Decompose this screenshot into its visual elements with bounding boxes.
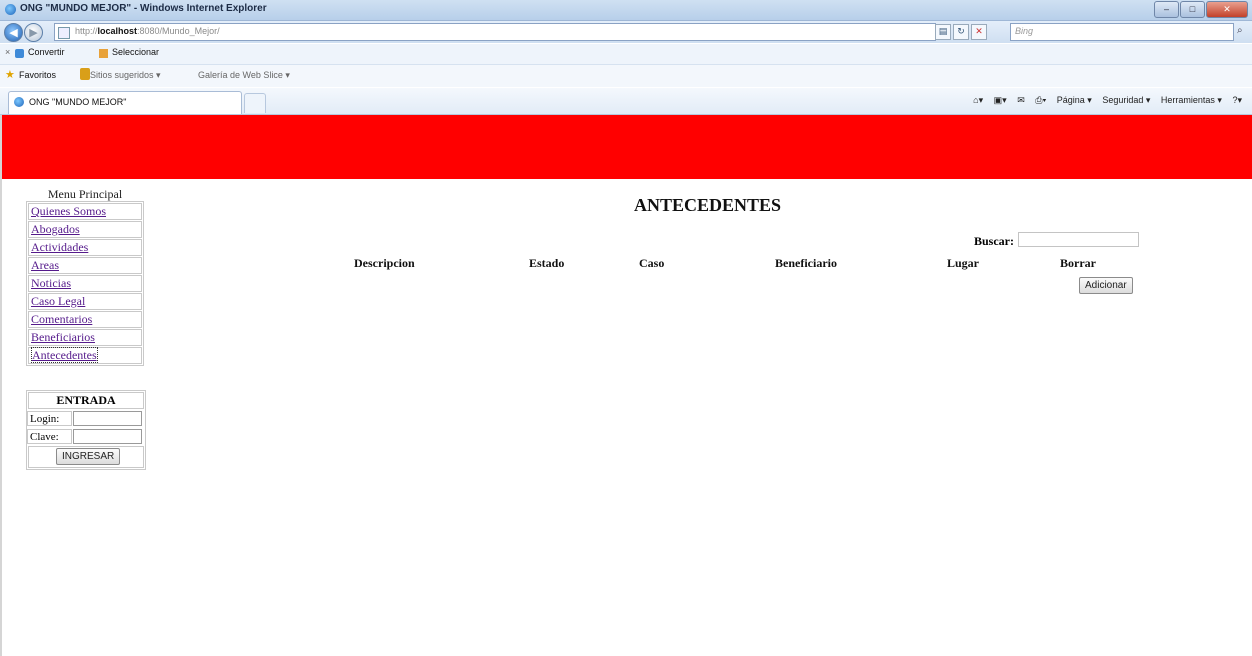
- add-favorite-icon[interactable]: [80, 68, 90, 80]
- close-window-button[interactable]: ✕: [1206, 1, 1248, 18]
- column-header-lugar: Lugar: [947, 256, 980, 270]
- stop-icon[interactable]: ✕: [971, 24, 987, 40]
- favorites-star-icon: ★: [5, 68, 15, 81]
- menu-item-abogados: Abogados: [28, 221, 142, 238]
- menu-title: Menu Principal: [47, 187, 123, 201]
- mail-icon[interactable]: ✉: [1017, 95, 1025, 105]
- password-label: Clave:: [27, 429, 72, 444]
- print-icon[interactable]: ⎙▾: [1035, 95, 1046, 105]
- window-title-bar: ONG "MUNDO MEJOR" - Windows Internet Exp…: [0, 0, 1252, 21]
- login-box: ENTRADA Login: Clave: INGRESAR: [26, 390, 146, 470]
- main-menu: Menu Principal Quienes Somos Abogados Ac…: [26, 187, 144, 366]
- login-input[interactable]: [73, 411, 142, 426]
- internet-explorer-icon: [14, 97, 24, 107]
- minimize-button[interactable]: –: [1154, 1, 1179, 18]
- menu-list: Quienes Somos Abogados Actividades Areas…: [26, 201, 144, 366]
- suggested-sites-link[interactable]: Sitios sugeridos ▾: [90, 70, 161, 81]
- password-input[interactable]: [73, 429, 142, 444]
- home-icon[interactable]: ⌂▾: [973, 95, 983, 105]
- menu-item-beneficiarios: Beneficiarios: [28, 329, 142, 346]
- refresh-icon[interactable]: ↻: [953, 24, 969, 40]
- security-menu[interactable]: Seguridad ▾: [1102, 95, 1150, 105]
- menu-item-caso-legal: Caso Legal: [28, 293, 142, 310]
- tab-current[interactable]: ONG "MUNDO MEJOR": [8, 91, 242, 114]
- page-title: ANTECEDENTES: [634, 195, 782, 215]
- menu-item-quienes-somos: Quienes Somos: [28, 203, 142, 220]
- select-icon: [99, 49, 108, 58]
- convert-button[interactable]: Convertir: [28, 47, 65, 57]
- new-tab-button[interactable]: [244, 93, 266, 113]
- menu-link[interactable]: Beneficiarios: [31, 330, 95, 344]
- maximize-button[interactable]: □: [1180, 1, 1205, 18]
- tab-title: ONG "MUNDO MEJOR": [29, 97, 127, 107]
- page-icon: [58, 27, 70, 39]
- web-slice-gallery-link[interactable]: Galería de Web Slice ▾: [198, 70, 290, 81]
- search-box[interactable]: Bing: [1010, 23, 1234, 41]
- column-header-caso: Caso: [639, 256, 665, 270]
- url-text: http://localhost:8080/Mundo_Mejor/: [75, 26, 220, 36]
- menu-item-comentarios: Comentarios: [28, 311, 142, 328]
- address-bar-row: ◀ ▶ http://localhost:8080/Mundo_Mejor/ ▤…: [0, 21, 1252, 43]
- convert-icon: [15, 49, 24, 58]
- menu-link[interactable]: Comentarios: [31, 312, 92, 326]
- column-header-estado: Estado: [529, 256, 565, 270]
- internet-explorer-icon: [5, 4, 16, 15]
- page-content: Menu Principal Quienes Somos Abogados Ac…: [0, 115, 1252, 656]
- command-bar: × Convertir Seleccionar: [0, 44, 1252, 65]
- menu-link[interactable]: Actividades: [31, 240, 88, 254]
- back-button[interactable]: ◀: [4, 23, 23, 42]
- search-placeholder: Bing: [1015, 26, 1034, 36]
- arrow-right-icon: ▶: [29, 26, 38, 39]
- compatibility-icon[interactable]: ▤: [935, 24, 951, 40]
- menu-link[interactable]: Antecedentes: [31, 347, 98, 363]
- favorites-button[interactable]: Favoritos: [19, 70, 56, 80]
- login-submit-button[interactable]: INGRESAR: [56, 448, 121, 465]
- column-header-descripcion: Descripcion: [354, 256, 415, 270]
- password-row: Clave:: [27, 428, 145, 445]
- login-label: Login:: [27, 411, 72, 426]
- login-row: Login:: [27, 410, 145, 427]
- address-tools: ▤ ↻ ✕: [935, 24, 989, 40]
- tab-bar: ONG "MUNDO MEJOR" ⌂▾ ▣▾ ✉ ⎙▾ Página ▾ Se…: [0, 88, 1252, 115]
- close-toolbar-icon[interactable]: ×: [5, 47, 10, 57]
- search-icon[interactable]: ⌕: [1237, 25, 1243, 36]
- search-label: Buscar:: [974, 234, 1014, 248]
- login-button-row: INGRESAR: [28, 446, 144, 468]
- menu-item-areas: Areas: [28, 257, 142, 274]
- menu-item-antecedentes: Antecedentes: [28, 347, 142, 364]
- forward-button[interactable]: ▶: [24, 23, 43, 42]
- login-title: ENTRADA: [28, 392, 144, 409]
- page-menu[interactable]: Página ▾: [1057, 95, 1092, 105]
- menu-link[interactable]: Areas: [31, 258, 59, 272]
- favorites-bar: ★ Favoritos Sitios sugeridos ▾ Galería d…: [0, 65, 1252, 87]
- column-header-beneficiario: Beneficiario: [775, 256, 837, 270]
- toolbar-right: ⌂▾ ▣▾ ✉ ⎙▾ Página ▾ Seguridad ▾ Herramie…: [965, 95, 1242, 106]
- header-banner: [2, 115, 1252, 179]
- window-title: ONG "MUNDO MEJOR" - Windows Internet Exp…: [20, 3, 267, 14]
- arrow-left-icon: ◀: [9, 26, 18, 39]
- menu-link[interactable]: Quienes Somos: [31, 204, 106, 218]
- search-input[interactable]: [1018, 232, 1139, 247]
- column-header-borrar: Borrar: [1060, 256, 1096, 270]
- menu-link[interactable]: Noticias: [31, 276, 71, 290]
- menu-item-actividades: Actividades: [28, 239, 142, 256]
- feeds-icon[interactable]: ▣▾: [994, 95, 1007, 105]
- add-button[interactable]: Adicionar: [1079, 277, 1133, 294]
- menu-link[interactable]: Caso Legal: [31, 294, 85, 308]
- select-button[interactable]: Seleccionar: [112, 47, 159, 57]
- menu-item-noticias: Noticias: [28, 275, 142, 292]
- address-field[interactable]: http://localhost:8080/Mundo_Mejor/: [54, 23, 936, 41]
- menu-link[interactable]: Abogados: [31, 222, 80, 236]
- window-controls: – □ ✕: [1153, 1, 1248, 18]
- help-icon[interactable]: ?▾: [1232, 95, 1242, 105]
- tools-menu[interactable]: Herramientas ▾: [1161, 95, 1222, 105]
